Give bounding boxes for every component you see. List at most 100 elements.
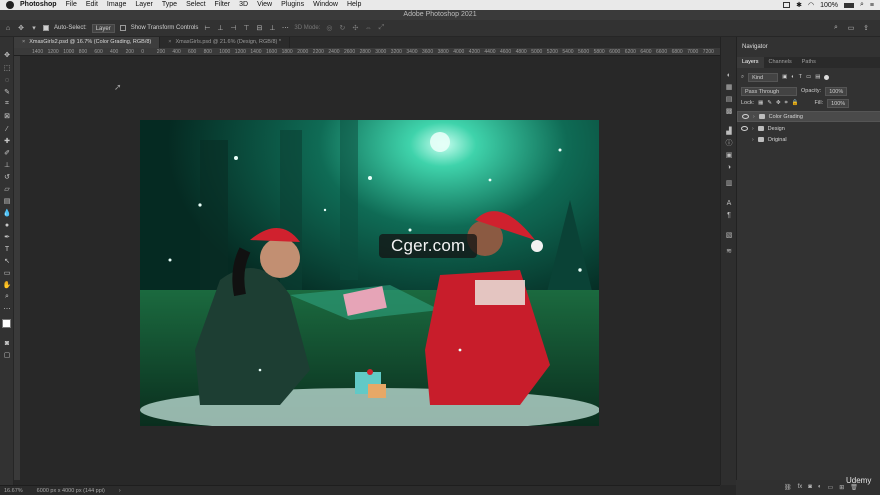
3d-pan-icon[interactable]: ✣ [351, 24, 359, 32]
crop-icon[interactable]: ⌗ [3, 100, 11, 108]
marquee-icon[interactable]: ⬚ [3, 64, 11, 72]
search-icon[interactable]: ⌕ [860, 1, 864, 9]
chevron-right-icon[interactable]: › [752, 137, 754, 143]
gradients-icon[interactable]: ▤ [725, 95, 733, 103]
battery-icon[interactable] [843, 2, 854, 8]
menu-filter[interactable]: Filter [215, 0, 231, 10]
layer-row-design[interactable]: › Design [737, 123, 880, 134]
lock-move-icon[interactable]: ✥ [776, 100, 781, 106]
filter-pixel-icon[interactable]: ▣ [782, 74, 787, 80]
align-bottom-icon[interactable]: ⊥ [268, 24, 276, 32]
menu-select[interactable]: Select [186, 0, 205, 10]
histogram-icon[interactable]: ▟ [725, 127, 733, 135]
lock-paint-icon[interactable]: ✎ [767, 100, 772, 106]
zoom-level[interactable]: 16.67% [4, 488, 23, 494]
filter-type-icon[interactable]: T [799, 74, 802, 80]
lock-pixels-icon[interactable]: ▦ [758, 100, 763, 106]
trash-icon[interactable]: 🗑 [850, 484, 858, 491]
opacity-field[interactable]: 100% [825, 86, 848, 96]
quick-mask-icon[interactable]: ◙ [3, 339, 11, 347]
align-center-icon[interactable]: ⊥ [216, 24, 224, 32]
more-icon[interactable]: ⋯ [281, 24, 289, 32]
doc-info[interactable]: 6000 px x 4000 px (144 ppi) [37, 488, 105, 494]
share-icon[interactable]: ⇪ [862, 24, 870, 32]
eyedropper-icon[interactable]: ⁄ [3, 125, 11, 133]
filter-adjust-icon[interactable]: ◐ [791, 74, 794, 80]
filter-kind-dropdown[interactable]: Kind [748, 72, 779, 82]
eye-icon[interactable] [741, 126, 748, 131]
quick-select-icon[interactable]: ✎ [3, 88, 11, 96]
3d-scale-icon[interactable]: ⤢ [377, 24, 385, 32]
menu-plugins[interactable]: Plugins [281, 0, 304, 10]
channels-icon[interactable]: ≋ [725, 247, 733, 255]
apple-icon[interactable] [6, 1, 14, 9]
link-icon[interactable]: ⛓ [784, 484, 792, 491]
filter-smart-icon[interactable]: ▤ [815, 74, 820, 80]
frame-icon[interactable]: ⊠ [3, 112, 11, 120]
tab-channels[interactable]: Channels [764, 57, 797, 68]
foreground-color-swatch[interactable] [2, 319, 11, 328]
blend-mode-dropdown[interactable]: Pass Through [741, 86, 797, 96]
adjustment-layer-icon[interactable]: ◐ [818, 484, 822, 491]
brush-settings-icon[interactable]: ▧ [725, 231, 733, 239]
libraries-icon[interactable]: ▥ [725, 179, 733, 187]
tab-xmasgirls[interactable]: × XmasGirls.psd @ 21.6% (Design, RGB/8) * [160, 37, 291, 48]
new-group-icon[interactable]: ▭ [828, 484, 834, 491]
adjustments-icon[interactable]: ◑ [725, 163, 733, 171]
menu-edit[interactable]: Edit [86, 0, 98, 10]
chevron-right-icon[interactable]: › [119, 488, 121, 494]
brush-icon[interactable]: ✐ [3, 149, 11, 157]
info-icon[interactable]: ⓘ [725, 139, 733, 147]
menu-layer[interactable]: Layer [135, 0, 153, 10]
control-center-icon[interactable]: ≡ [870, 2, 874, 9]
fx-icon[interactable]: fx [798, 484, 803, 491]
wifi-icon[interactable]: ◠ [808, 1, 814, 9]
menu-3d[interactable]: 3D [239, 0, 248, 10]
paragraph-icon[interactable]: ¶ [725, 211, 733, 219]
workspace-icon[interactable]: ▭ [847, 24, 855, 32]
auto-select-dropdown[interactable]: Layer [91, 23, 115, 33]
menu-window[interactable]: Window [313, 0, 338, 10]
character-icon[interactable]: A [725, 199, 733, 207]
menu-image[interactable]: Image [107, 0, 126, 10]
healing-icon[interactable]: ✚ [3, 137, 11, 145]
chevron-down-icon[interactable]: ▾ [30, 24, 38, 32]
move-tool-icon[interactable]: ✥ [17, 24, 25, 32]
horizontal-ruler[interactable]: 1400 1200 1000 800 600 400 200 0 200 400 600 800 100… [14, 48, 720, 56]
tab-layers[interactable]: Layers [737, 57, 764, 68]
align-top-icon[interactable]: ⊤ [242, 24, 250, 32]
auto-select-checkbox[interactable] [43, 25, 49, 31]
color-icon[interactable]: ◐ [725, 71, 733, 79]
menu-app[interactable]: Photoshop [20, 0, 57, 10]
new-layer-icon[interactable]: ⊞ [839, 484, 844, 491]
screen-record-icon[interactable] [783, 2, 791, 8]
fill-field[interactable]: 100% [827, 98, 850, 108]
tab-paths[interactable]: Paths [797, 57, 821, 68]
lock-artboard-icon[interactable]: ⌗ [785, 100, 788, 107]
blur-icon[interactable]: 💧 [3, 209, 12, 217]
pen-icon[interactable]: ✒ [3, 233, 11, 241]
transform-controls-checkbox[interactable] [119, 25, 126, 31]
filter-toggle-icon[interactable] [824, 74, 830, 80]
gradient-icon[interactable]: ▤ [3, 197, 11, 205]
swatches-icon[interactable]: ▦ [725, 83, 733, 91]
history-brush-icon[interactable]: ↺ [3, 173, 11, 181]
eye-icon[interactable] [742, 114, 749, 119]
menu-view[interactable]: View [257, 0, 272, 10]
align-left-icon[interactable]: ⊢ [203, 24, 211, 32]
bluetooth-icon[interactable]: ✱ [796, 1, 802, 9]
more-tools-icon[interactable]: ⋯ [3, 305, 11, 313]
chevron-right-icon[interactable]: › [753, 113, 755, 121]
navigator-panel-title[interactable]: Navigator [737, 42, 880, 52]
zoom-icon[interactable]: ⌕ [3, 293, 11, 301]
3d-roll-icon[interactable]: ↻ [338, 24, 346, 32]
properties-icon[interactable]: ▣ [725, 151, 733, 159]
eraser-icon[interactable]: ▱ [3, 185, 11, 193]
path-select-icon[interactable]: ↖ [3, 257, 11, 265]
lasso-icon[interactable]: ◌ [3, 76, 11, 84]
search-icon[interactable]: ⌕ [832, 24, 840, 32]
layer-row-color-grading[interactable]: › Color Grading [737, 111, 880, 122]
close-icon[interactable]: × [22, 39, 25, 45]
screen-mode-icon[interactable]: ▢ [3, 351, 11, 359]
chevron-right-icon[interactable]: › [752, 126, 754, 132]
